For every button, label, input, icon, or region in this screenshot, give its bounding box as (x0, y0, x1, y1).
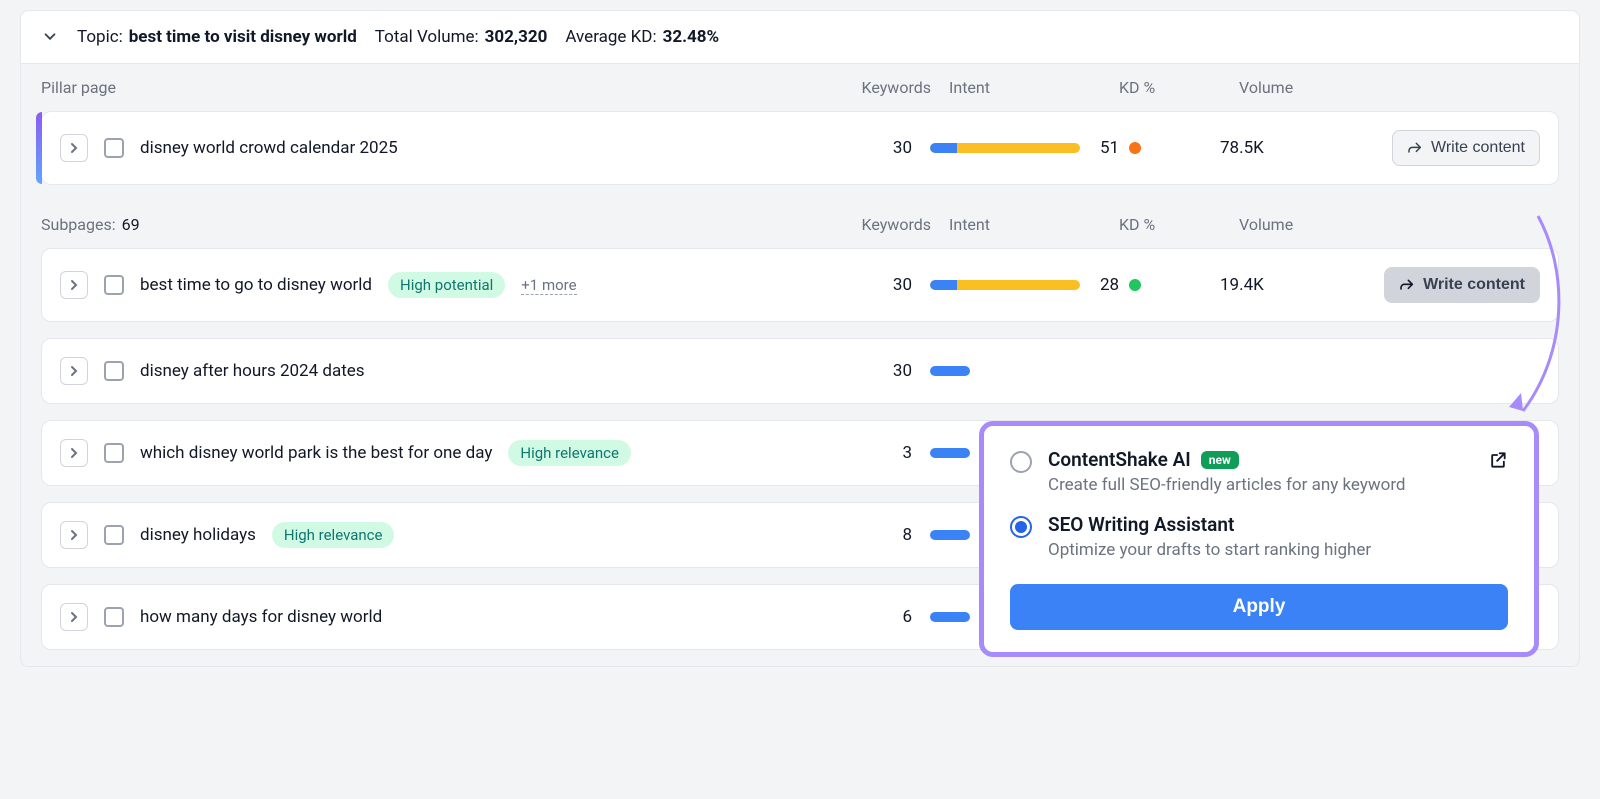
keywords-count: 3 (820, 443, 930, 463)
chevron-right-icon (68, 447, 80, 459)
topic-panel: Topic: best time to visit disney world T… (20, 10, 1580, 667)
total-volume-label: Total Volume: (375, 27, 479, 47)
radio-icon[interactable] (1010, 451, 1032, 473)
intent-bar (930, 143, 1080, 153)
external-link-icon[interactable] (1488, 450, 1508, 470)
row-checkbox[interactable] (104, 525, 124, 545)
chevron-right-icon (68, 142, 80, 154)
write-content-label: Write content (1423, 276, 1525, 294)
chevron-right-icon (68, 279, 80, 291)
expand-button[interactable] (60, 134, 88, 162)
expand-button[interactable] (60, 521, 88, 549)
chevron-down-icon[interactable] (41, 28, 59, 46)
avg-kd-value: 32.48% (663, 27, 720, 47)
kd-dot-icon (1129, 142, 1141, 154)
intent-bar (930, 448, 970, 458)
chevron-right-icon (68, 529, 80, 541)
radio-icon[interactable] (1010, 516, 1032, 538)
tag-badge: High potential (388, 272, 505, 298)
write-content-popup: ContentShake AI new Create full SEO-frie… (979, 421, 1539, 657)
expand-button[interactable] (60, 271, 88, 299)
kd-cell: 51 (1100, 138, 1220, 158)
kd-cell: 28 (1100, 275, 1220, 295)
new-badge: new (1201, 451, 1239, 469)
intent-bar (930, 530, 970, 540)
kd-dot-icon (1129, 279, 1141, 291)
row-checkbox[interactable] (104, 443, 124, 463)
volume-value: 19.4K (1220, 275, 1340, 295)
popup-option-swa[interactable]: SEO Writing Assistant Optimize your draf… (1010, 513, 1508, 560)
pillar-section-header: Pillar page Keywords Intent KD % Volume (21, 64, 1579, 111)
kd-value: 51 (1100, 138, 1119, 158)
subpages-section-header: Subpages: 69 Keywords Intent KD % Volume (21, 201, 1579, 248)
apply-button[interactable]: Apply (1010, 584, 1508, 630)
keywords-count: 30 (820, 275, 930, 295)
col-keywords: Keywords (839, 215, 949, 234)
subpages-count: 69 (122, 215, 140, 234)
pillar-row: disney world crowd calendar 2025 30 51 7… (41, 111, 1559, 185)
keywords-count: 30 (820, 138, 930, 158)
row-checkbox[interactable] (104, 138, 124, 158)
write-content-label: Write content (1431, 139, 1525, 157)
keyword-title[interactable]: disney holidays (140, 525, 256, 545)
col-volume: Volume (1239, 78, 1359, 97)
expand-button[interactable] (60, 603, 88, 631)
col-kd: KD % (1119, 215, 1239, 234)
intent-cell (930, 143, 1100, 153)
col-kd: KD % (1119, 78, 1239, 97)
row-checkbox[interactable] (104, 607, 124, 627)
col-intent: Intent (949, 78, 1119, 97)
intent-bar (930, 612, 970, 622)
row-checkbox[interactable] (104, 361, 124, 381)
chevron-right-icon (68, 611, 80, 623)
write-content-button[interactable]: Write content (1384, 267, 1540, 303)
volume-value: 78.5K (1220, 138, 1340, 158)
subpage-row: best time to go to disney world High pote… (41, 248, 1559, 322)
col-intent: Intent (949, 215, 1119, 234)
chevron-right-icon (68, 365, 80, 377)
keyword-title[interactable]: disney world crowd calendar 2025 (140, 138, 398, 158)
kd-value: 28 (1100, 275, 1119, 295)
tag-badge: High relevance (272, 522, 395, 548)
write-content-button[interactable]: Write content (1392, 130, 1540, 166)
row-checkbox[interactable] (104, 275, 124, 295)
col-volume: Volume (1239, 215, 1359, 234)
keyword-title[interactable]: best time to go to disney world (140, 275, 372, 295)
subpages-label: Subpages: (41, 215, 116, 234)
option-description: Create full SEO-friendly articles for an… (1048, 475, 1508, 495)
intent-bar (930, 366, 970, 376)
intent-cell (930, 280, 1100, 290)
avg-kd-label: Average KD: (565, 27, 656, 47)
option-title: SEO Writing Assistant (1048, 513, 1234, 536)
expand-button[interactable] (60, 357, 88, 385)
arrow-redo-icon (1399, 277, 1415, 293)
tag-badge: High relevance (508, 440, 631, 466)
keyword-title[interactable]: which disney world park is the best for … (140, 443, 492, 463)
keywords-count: 30 (820, 361, 930, 381)
intent-bar (930, 280, 1080, 290)
keyword-title[interactable]: how many days for disney world (140, 607, 382, 627)
more-tags-link[interactable]: +1 more (521, 276, 576, 295)
expand-button[interactable] (60, 439, 88, 467)
popup-option-contentshake[interactable]: ContentShake AI new Create full SEO-frie… (1010, 448, 1508, 495)
arrow-redo-icon (1407, 140, 1423, 156)
topic-name: best time to visit disney world (129, 27, 357, 47)
pillar-section-label: Pillar page (41, 78, 839, 97)
total-volume-value: 302,320 (485, 27, 548, 47)
intent-cell (930, 366, 1100, 376)
keywords-count: 6 (820, 607, 930, 627)
topic-header: Topic: best time to visit disney world T… (21, 11, 1579, 64)
keyword-title[interactable]: disney after hours 2024 dates (140, 361, 365, 381)
topic-label: Topic: (77, 27, 123, 47)
subpage-row: disney after hours 2024 dates 30 (41, 338, 1559, 404)
option-title: ContentShake AI (1048, 448, 1191, 471)
keywords-count: 8 (820, 525, 930, 545)
col-keywords: Keywords (839, 78, 949, 97)
option-description: Optimize your drafts to start ranking hi… (1048, 540, 1508, 560)
